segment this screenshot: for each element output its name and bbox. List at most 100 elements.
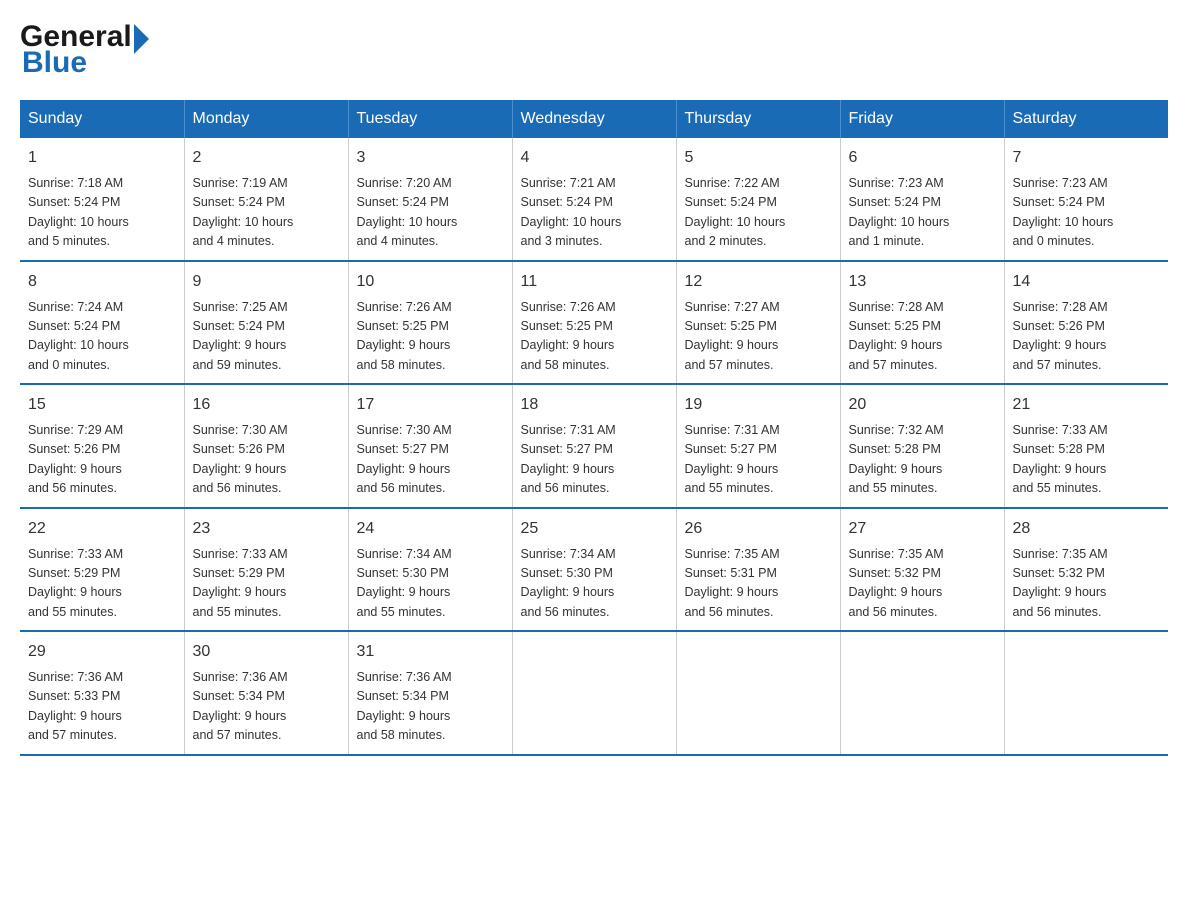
day-info: Sunrise: 7:36 AM Sunset: 5:34 PM Dayligh… — [193, 668, 340, 746]
calendar-cell: 4 Sunrise: 7:21 AM Sunset: 5:24 PM Daylig… — [512, 138, 676, 261]
day-number: 6 — [849, 146, 996, 170]
day-number: 27 — [849, 517, 996, 541]
day-info: Sunrise: 7:30 AM Sunset: 5:27 PM Dayligh… — [357, 421, 504, 499]
calendar-cell: 29 Sunrise: 7:36 AM Sunset: 5:33 PM Dayli… — [20, 631, 184, 755]
calendar-cell: 7 Sunrise: 7:23 AM Sunset: 5:24 PM Daylig… — [1004, 138, 1168, 261]
day-number: 11 — [521, 270, 668, 294]
calendar-cell: 30 Sunrise: 7:36 AM Sunset: 5:34 PM Dayli… — [184, 631, 348, 755]
calendar-cell: 15Sunrise: 7:29 AM Sunset: 5:26 PM Dayli… — [20, 384, 184, 508]
calendar-cell: 8 Sunrise: 7:24 AM Sunset: 5:24 PM Daylig… — [20, 261, 184, 385]
calendar-cell — [1004, 631, 1168, 755]
calendar-cell: 22 Sunrise: 7:33 AM Sunset: 5:29 PM Dayli… — [20, 508, 184, 632]
logo-arrow-icon — [134, 24, 149, 54]
day-number: 2 — [193, 146, 340, 170]
calendar-cell: 11 Sunrise: 7:26 AM Sunset: 5:25 PM Dayli… — [512, 261, 676, 385]
day-number: 26 — [685, 517, 832, 541]
day-number: 15 — [28, 393, 176, 417]
day-info: Sunrise: 7:35 AM Sunset: 5:31 PM Dayligh… — [685, 545, 832, 623]
day-number: 31 — [357, 640, 504, 664]
day-info: Sunrise: 7:28 AM Sunset: 5:25 PM Dayligh… — [849, 298, 996, 376]
day-number: 14 — [1013, 270, 1161, 294]
calendar-table: SundayMondayTuesdayWednesdayThursdayFrid… — [20, 100, 1168, 756]
day-number: 29 — [28, 640, 176, 664]
calendar-day-header: Thursday — [676, 100, 840, 138]
day-info: Sunrise: 7:33 AM Sunset: 5:29 PM Dayligh… — [28, 545, 176, 623]
calendar-cell: 10 Sunrise: 7:26 AM Sunset: 5:25 PM Dayli… — [348, 261, 512, 385]
calendar-cell: 9Sunrise: 7:25 AM Sunset: 5:24 PM Daylig… — [184, 261, 348, 385]
calendar-cell: 1Sunrise: 7:18 AM Sunset: 5:24 PM Daylig… — [20, 138, 184, 261]
day-number: 18 — [521, 393, 668, 417]
day-number: 12 — [685, 270, 832, 294]
day-number: 5 — [685, 146, 832, 170]
day-info: Sunrise: 7:19 AM Sunset: 5:24 PM Dayligh… — [193, 174, 340, 252]
day-info: Sunrise: 7:30 AM Sunset: 5:26 PM Dayligh… — [193, 421, 340, 499]
day-info: Sunrise: 7:31 AM Sunset: 5:27 PM Dayligh… — [521, 421, 668, 499]
day-number: 17 — [357, 393, 504, 417]
day-number: 19 — [685, 393, 832, 417]
calendar-cell: 21Sunrise: 7:33 AM Sunset: 5:28 PM Dayli… — [1004, 384, 1168, 508]
day-number: 4 — [521, 146, 668, 170]
calendar-day-header: Wednesday — [512, 100, 676, 138]
calendar-cell: 6Sunrise: 7:23 AM Sunset: 5:24 PM Daylig… — [840, 138, 1004, 261]
day-info: Sunrise: 7:23 AM Sunset: 5:24 PM Dayligh… — [1013, 174, 1161, 252]
day-number: 30 — [193, 640, 340, 664]
calendar-week-row: 1Sunrise: 7:18 AM Sunset: 5:24 PM Daylig… — [20, 138, 1168, 261]
day-number: 7 — [1013, 146, 1161, 170]
calendar-day-header: Monday — [184, 100, 348, 138]
calendar-week-row: 15Sunrise: 7:29 AM Sunset: 5:26 PM Dayli… — [20, 384, 1168, 508]
calendar-cell: 2 Sunrise: 7:19 AM Sunset: 5:24 PM Daylig… — [184, 138, 348, 261]
calendar-cell: 13 Sunrise: 7:28 AM Sunset: 5:25 PM Dayli… — [840, 261, 1004, 385]
calendar-cell: 17 Sunrise: 7:30 AM Sunset: 5:27 PM Dayli… — [348, 384, 512, 508]
calendar-day-header: Saturday — [1004, 100, 1168, 138]
day-number: 25 — [521, 517, 668, 541]
day-info: Sunrise: 7:36 AM Sunset: 5:33 PM Dayligh… — [28, 668, 176, 746]
calendar-cell: 27 Sunrise: 7:35 AM Sunset: 5:32 PM Dayli… — [840, 508, 1004, 632]
day-info: Sunrise: 7:33 AM Sunset: 5:28 PM Dayligh… — [1013, 421, 1161, 499]
day-info: Sunrise: 7:35 AM Sunset: 5:32 PM Dayligh… — [1013, 545, 1161, 623]
logo-blue-text: Blue — [20, 46, 87, 80]
calendar-week-row: 22 Sunrise: 7:33 AM Sunset: 5:29 PM Dayli… — [20, 508, 1168, 632]
day-number: 16 — [193, 393, 340, 417]
calendar-week-row: 29 Sunrise: 7:36 AM Sunset: 5:33 PM Dayli… — [20, 631, 1168, 755]
calendar-cell: 14 Sunrise: 7:28 AM Sunset: 5:26 PM Dayli… — [1004, 261, 1168, 385]
day-info: Sunrise: 7:25 AM Sunset: 5:24 PM Dayligh… — [193, 298, 340, 376]
calendar-cell: 28 Sunrise: 7:35 AM Sunset: 5:32 PM Dayli… — [1004, 508, 1168, 632]
day-info: Sunrise: 7:28 AM Sunset: 5:26 PM Dayligh… — [1013, 298, 1161, 376]
day-info: Sunrise: 7:33 AM Sunset: 5:29 PM Dayligh… — [193, 545, 340, 623]
day-number: 3 — [357, 146, 504, 170]
calendar-cell: 3Sunrise: 7:20 AM Sunset: 5:24 PM Daylig… — [348, 138, 512, 261]
day-number: 22 — [28, 517, 176, 541]
day-info: Sunrise: 7:27 AM Sunset: 5:25 PM Dayligh… — [685, 298, 832, 376]
day-info: Sunrise: 7:26 AM Sunset: 5:25 PM Dayligh… — [521, 298, 668, 376]
calendar-cell: 26 Sunrise: 7:35 AM Sunset: 5:31 PM Dayli… — [676, 508, 840, 632]
day-info: Sunrise: 7:24 AM Sunset: 5:24 PM Dayligh… — [28, 298, 176, 376]
day-number: 24 — [357, 517, 504, 541]
calendar-day-header: Tuesday — [348, 100, 512, 138]
day-info: Sunrise: 7:31 AM Sunset: 5:27 PM Dayligh… — [685, 421, 832, 499]
day-info: Sunrise: 7:21 AM Sunset: 5:24 PM Dayligh… — [521, 174, 668, 252]
calendar-week-row: 8 Sunrise: 7:24 AM Sunset: 5:24 PM Daylig… — [20, 261, 1168, 385]
calendar-cell: 16 Sunrise: 7:30 AM Sunset: 5:26 PM Dayli… — [184, 384, 348, 508]
calendar-cell: 12 Sunrise: 7:27 AM Sunset: 5:25 PM Dayli… — [676, 261, 840, 385]
day-number: 8 — [28, 270, 176, 294]
day-number: 28 — [1013, 517, 1161, 541]
calendar-cell — [676, 631, 840, 755]
day-number: 20 — [849, 393, 996, 417]
day-info: Sunrise: 7:26 AM Sunset: 5:25 PM Dayligh… — [357, 298, 504, 376]
day-info: Sunrise: 7:34 AM Sunset: 5:30 PM Dayligh… — [357, 545, 504, 623]
day-info: Sunrise: 7:36 AM Sunset: 5:34 PM Dayligh… — [357, 668, 504, 746]
day-info: Sunrise: 7:22 AM Sunset: 5:24 PM Dayligh… — [685, 174, 832, 252]
day-number: 23 — [193, 517, 340, 541]
day-info: Sunrise: 7:32 AM Sunset: 5:28 PM Dayligh… — [849, 421, 996, 499]
day-info: Sunrise: 7:34 AM Sunset: 5:30 PM Dayligh… — [521, 545, 668, 623]
day-number: 10 — [357, 270, 504, 294]
calendar-header-row: SundayMondayTuesdayWednesdayThursdayFrid… — [20, 100, 1168, 138]
calendar-cell — [512, 631, 676, 755]
day-number: 13 — [849, 270, 996, 294]
calendar-cell: 5 Sunrise: 7:22 AM Sunset: 5:24 PM Daylig… — [676, 138, 840, 261]
calendar-cell: 31 Sunrise: 7:36 AM Sunset: 5:34 PM Dayli… — [348, 631, 512, 755]
page-header: General Blue — [20, 20, 1168, 80]
calendar-cell — [840, 631, 1004, 755]
calendar-cell: 20 Sunrise: 7:32 AM Sunset: 5:28 PM Dayli… — [840, 384, 1004, 508]
day-info: Sunrise: 7:35 AM Sunset: 5:32 PM Dayligh… — [849, 545, 996, 623]
